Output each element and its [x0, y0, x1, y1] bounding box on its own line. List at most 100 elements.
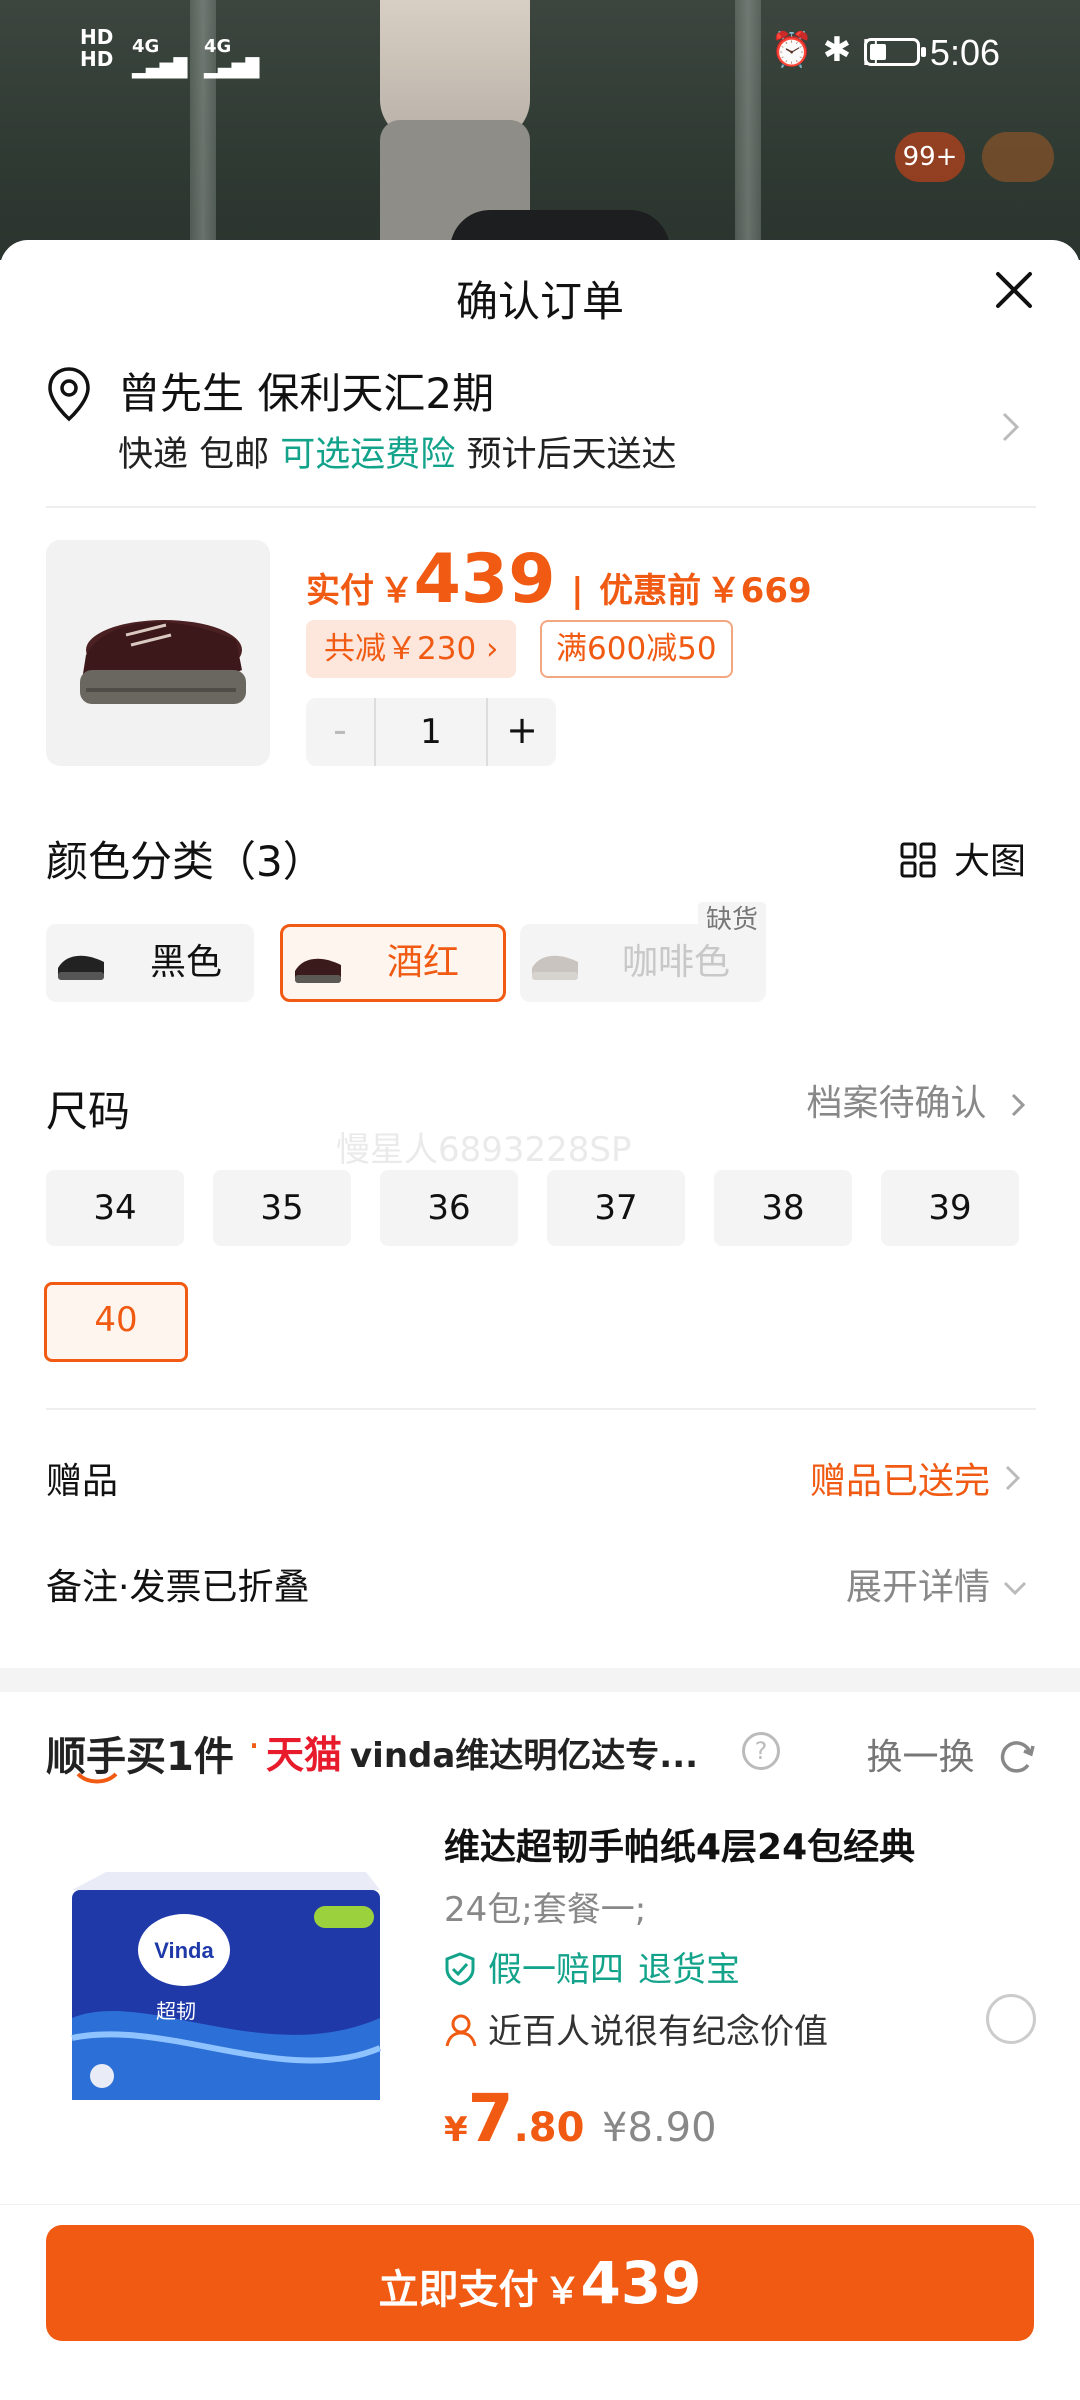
color-label: 酒红 — [387, 942, 460, 983]
svg-text:超韧: 超韧 — [156, 1999, 196, 2023]
shoe-thumb-icon — [295, 958, 341, 983]
order-sheet: 确认订单 曾先生 保利天汇2期 快递 包邮 可选运费险 预计后天送达 实付 ￥4… — [0, 240, 1080, 2400]
addon-price-int: 7 — [467, 2080, 514, 2157]
price-row: 实付 ￥439 | 优惠前 ￥669 — [306, 540, 812, 619]
size-profile-link[interactable]: 档案待确认 — [807, 1074, 1026, 1126]
addon-price: ¥7.80 ¥8.90 — [444, 2080, 717, 2157]
before-price: ￥669 — [706, 571, 812, 611]
recipient-name: 曾先生 保利天汇2期 — [118, 369, 495, 418]
pay-amount: 439 — [580, 2249, 702, 2317]
discount-tag[interactable]: 共减￥230 › — [306, 620, 517, 678]
grid-icon — [900, 842, 936, 878]
address-row[interactable]: 曾先生 保利天汇2期 快递 包邮 可选运费险 预计后天送达 — [46, 360, 1036, 508]
price-separator: | — [571, 571, 584, 611]
color-label: 黑色 — [150, 942, 223, 983]
signal-left: 4G ▂▄▆█ — [132, 36, 188, 79]
big-view-label: 大图 — [953, 841, 1026, 882]
product-thumbnail[interactable] — [46, 540, 270, 766]
size-option-34[interactable]: 34 — [46, 1170, 184, 1246]
sheet-title: 确认订单 — [455, 277, 624, 326]
tissue-pack-image[interactable]: Vinda 超韧 — [66, 1868, 386, 2108]
paid-currency: ￥ — [379, 571, 414, 611]
addon-product: Vinda 超韧 维达超韧手帕纸4层24包经典 24包;套餐一; 假一赔四 退货宝… — [46, 1818, 1036, 2198]
paid-price: 439 — [413, 540, 556, 619]
addon-price-dec: .80 — [513, 2105, 585, 2151]
battery-icon — [864, 38, 926, 66]
product-summary: 实付 ￥439 | 优惠前 ￥669 共减￥230 › 满600减50 - 1 … — [46, 540, 1036, 770]
pay-currency: ￥ — [544, 2271, 581, 2312]
user-icon — [445, 2014, 477, 2046]
color-option-black[interactable]: 黑色 — [46, 924, 254, 1002]
size-option-37[interactable]: 37 — [547, 1170, 685, 1246]
addon-currency: ¥ — [444, 2110, 468, 2150]
guarantee-label: 假一赔四 — [488, 1950, 624, 1990]
big-view-button[interactable]: 大图 — [900, 832, 1026, 884]
return-label: 退货宝 — [638, 1950, 740, 1990]
gift-label: 赠品 — [46, 1461, 119, 1502]
color-option-coffee[interactable]: 咖啡色 缺货 — [520, 902, 766, 1002]
chevron-down-icon — [1003, 1581, 1027, 1596]
size-option-40[interactable]: 40 — [44, 1282, 188, 1362]
note-invoice-label: 备注·发票已折叠 — [46, 1567, 310, 1608]
shop-name[interactable]: vinda维达明亿达专... — [350, 1728, 698, 1777]
delivery-info: 快递 包邮 可选运费险 预计后天送达 — [118, 426, 676, 477]
addon-spec: 24包;套餐一; — [444, 1890, 647, 1930]
chevron-right-icon — [1011, 1093, 1026, 1117]
addon-select-radio[interactable] — [986, 1994, 1036, 2044]
note-invoice-row[interactable]: 备注·发票已折叠 展开详情 — [46, 1558, 1036, 1618]
pay-label: 立即支付 — [378, 2267, 539, 2313]
shield-check-icon — [445, 1951, 475, 1986]
addon-header: 顺手买1件 · 天猫 vinda维达明亿达专... ? 换一换 — [46, 1724, 1036, 1784]
size-section-title: 尺码 — [46, 1087, 131, 1136]
pay-now-button[interactable]: 立即支付 ￥439 — [46, 2225, 1034, 2341]
help-icon[interactable]: ? — [742, 1732, 780, 1770]
size-option-35[interactable]: 35 — [213, 1170, 351, 1246]
paid-label: 实付 — [306, 571, 374, 611]
size-profile-label: 档案待确认 — [806, 1083, 987, 1124]
shipping-insurance-link[interactable]: 可选运费险 — [280, 435, 455, 475]
expand-details-label: 展开详情 — [845, 1567, 990, 1608]
size-option-39[interactable]: 39 — [881, 1170, 1019, 1246]
addon-brand: 顺手买1件 — [46, 1724, 234, 1784]
tmall-logo: 天猫 — [266, 1733, 343, 1777]
increase-button[interactable]: + — [488, 698, 556, 766]
watermark: 慢星人6893228SP — [336, 1130, 632, 1170]
hd-label: HD HD — [80, 25, 114, 71]
signal-right: 4G ▂▄▆█ — [204, 36, 260, 79]
swap-label: 换一换 — [866, 1737, 975, 1778]
notification-badge[interactable]: 99+ — [895, 132, 965, 182]
chevron-right-icon — [1005, 1465, 1021, 1491]
addon-title[interactable]: 维达超韧手帕纸4层24包经典 — [444, 1818, 915, 1870]
coupon-tag: 满600减50 — [540, 620, 733, 678]
chevron-right-icon — [1002, 412, 1020, 442]
quantity-value[interactable]: 1 — [374, 698, 488, 766]
smile-icon — [76, 1772, 118, 1784]
gift-row[interactable]: 赠品 赠品已送完 — [46, 1452, 1036, 1512]
shoe-thumb-icon — [532, 955, 578, 980]
gift-status: 赠品已送完 — [809, 1461, 990, 1502]
before-label: 优惠前 — [599, 571, 702, 611]
shoe-thumb-icon — [58, 955, 104, 980]
swap-button[interactable]: 换一换 — [867, 1728, 1036, 1780]
decrease-button[interactable]: - — [306, 698, 374, 766]
addon-original-price: ¥8.90 — [602, 2105, 717, 2151]
divider — [46, 1408, 1036, 1410]
signal-indicator: HD HD 4G ▂▄▆█ 4G ▂▄▆█ — [80, 25, 259, 79]
color-section-title: 颜色分类（3） — [46, 837, 325, 886]
background-badge — [982, 132, 1054, 182]
delivery-method: 快递 包邮 — [118, 435, 270, 475]
svg-text:Vinda: Vinda — [154, 1938, 214, 1963]
size-option-38[interactable]: 38 — [714, 1170, 852, 1246]
section-gap — [0, 1668, 1080, 1692]
addon-social-proof: 近百人说很有纪念价值 — [444, 2004, 828, 2053]
color-option-wine-red[interactable]: 酒红 — [280, 924, 506, 1002]
shoe-image — [80, 620, 246, 704]
close-icon[interactable] — [992, 268, 1036, 312]
size-option-36[interactable]: 36 — [380, 1170, 518, 1246]
quantity-stepper: - 1 + — [306, 698, 556, 766]
addon-brand-label: 顺手买1件 — [46, 1734, 234, 1780]
color-options: 黑色 酒红 咖啡色 缺货 — [46, 902, 1036, 1004]
status-bar: HD HD 4G ▂▄▆█ 4G ▂▄▆█ ⏰✱▯ 5:06 — [0, 0, 1080, 110]
social-proof-text: 近百人说很有纪念价值 — [488, 2012, 828, 2052]
location-pin-icon — [48, 367, 90, 422]
